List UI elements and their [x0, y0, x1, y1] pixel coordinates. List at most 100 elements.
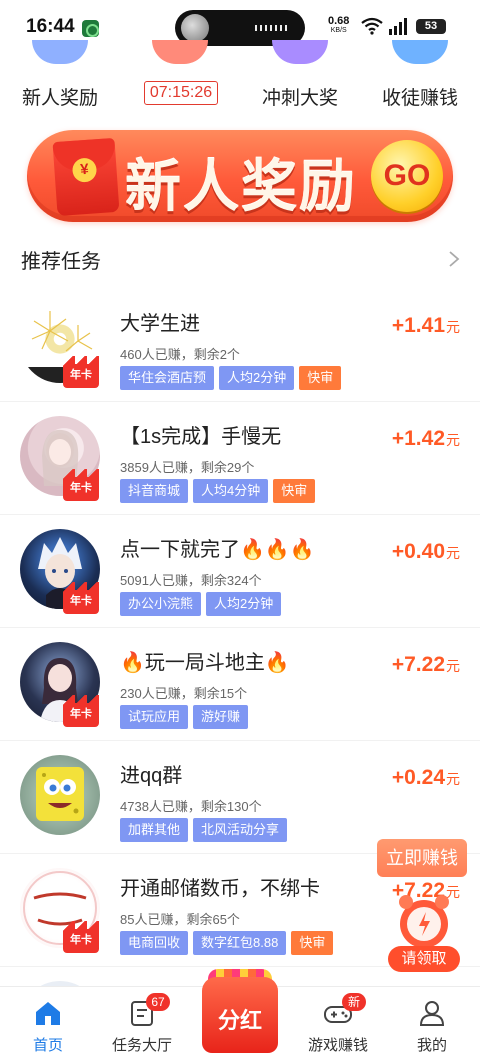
category-sprint-prize[interactable]: 冲刺大奖 [240, 40, 360, 112]
wifi-icon [361, 17, 383, 35]
reward-amount: +0.24 [391, 766, 445, 789]
task-row[interactable]: 年卡 【1s完成】手慢无 3859人已赚，剩余29个 抖音商城 人均4分钟 快审 +… [0, 402, 480, 515]
category-icon [392, 40, 448, 64]
cartoon-sponge-icon [36, 767, 84, 821]
task-hall-badge: 67 [146, 993, 170, 1011]
task-tags: 加群其他 北风活动分享 [120, 818, 292, 842]
category-label: 冲刺大奖 [261, 88, 338, 109]
media-thumbnail-icon [181, 14, 209, 42]
status-time: 16:44 [26, 16, 75, 37]
task-tag: 数字红包8.88 [193, 931, 287, 955]
nav-task-hall[interactable]: 67 任务大厅 [94, 987, 190, 1056]
task-tags: 电商回收 数字红包8.88 快审 [120, 931, 338, 955]
earn-now-button[interactable]: 立即赚钱 [377, 839, 467, 877]
task-tag: 人均4分钟 [193, 479, 269, 503]
crown-label: 年卡 [63, 364, 99, 388]
task-tag: 人均2分钟 [206, 592, 282, 616]
task-tag: 华住会酒店预 [120, 366, 215, 390]
reward-amount: +1.41 [391, 314, 445, 337]
annual-card-crown-icon: 年卡 [63, 695, 99, 727]
banner-go-button[interactable]: GO [371, 140, 443, 212]
reward-amount: +7.22 [391, 653, 445, 676]
crown-label: 年卡 [63, 590, 99, 614]
task-meta: 230人已赚，剩余15个 [120, 686, 248, 701]
task-tag: 游好赚 [193, 705, 249, 729]
newbie-reward-banner[interactable]: ¥ 新人奖励 GO [27, 130, 453, 222]
reward-unit: 元 [446, 545, 460, 561]
task-row[interactable]: 年卡 🔥玩一局斗地主🔥 230人已赚，剩余15个 试玩应用 游好赚 +7.22元 [0, 628, 480, 741]
task-tag: 抖音商城 [120, 479, 189, 503]
task-reward: +1.42元 [392, 427, 460, 451]
task-tag-fast-review: 快审 [273, 479, 316, 503]
user-icon [419, 1001, 445, 1026]
task-title: 🔥玩一局斗地主🔥 [120, 652, 290, 674]
crown-label: 年卡 [63, 703, 99, 727]
task-tag-fast-review: 快审 [299, 366, 342, 390]
task-reward: +0.40元 [392, 540, 460, 564]
task-meta: 460人已赚，剩余2个 [120, 347, 240, 362]
annual-card-crown-icon: 年卡 [63, 921, 99, 953]
task-title: 点一下就完了🔥🔥🔥 [120, 539, 315, 561]
task-tag: 人均2分钟 [219, 366, 295, 390]
task-tag-fast-review: 快审 [291, 931, 334, 955]
chevron-right-icon[interactable] [448, 250, 460, 268]
nav-home[interactable]: 首页 [0, 987, 96, 1056]
task-title: 【1s完成】手慢无 [120, 426, 282, 448]
reward-amount: +1.42 [391, 427, 445, 450]
network-speed: 0.68 KB/S [328, 16, 349, 36]
annual-card-crown-icon: 年卡 [63, 582, 99, 614]
yuan-coin-icon: ¥ [71, 157, 98, 183]
category-label: 新人奖励 [21, 88, 98, 109]
task-avatar [20, 755, 100, 835]
task-title: 开通邮储数币，不绑卡 [120, 878, 320, 900]
category-newbie-reward[interactable]: 新人奖励 [0, 40, 120, 112]
task-tag: 加群其他 [120, 818, 189, 842]
home-icon [36, 1002, 60, 1025]
nav-mine[interactable]: 我的 [384, 987, 480, 1056]
annual-card-crown-icon: 年卡 [63, 356, 99, 388]
task-title: 大学生进 [120, 313, 200, 335]
game-new-badge: 新 [342, 993, 366, 1011]
task-meta: 5091人已赚，剩余324个 [120, 573, 262, 588]
crown-label: 年卡 [63, 477, 99, 501]
reward-amount: +0.40 [391, 540, 445, 563]
alarm-clock-icon[interactable] [393, 890, 455, 952]
task-tags: 办公小浣熊 人均2分钟 [120, 592, 286, 616]
task-row[interactable]: 进qq群 4738人已赚，剩余130个 加群其他 北风活动分享 +0.24元 [0, 741, 480, 854]
annual-card-crown-icon: 年卡 [63, 469, 99, 501]
task-meta: 85人已赚，剩余65个 [120, 912, 240, 927]
category-icon [32, 40, 88, 64]
task-row[interactable]: 年卡 大学生进 460人已赚，剩余2个 华住会酒店预 人均2分钟 快审 +1.41元 [0, 289, 480, 402]
recommended-tasks-title: 推荐任务 [21, 251, 101, 273]
category-row: 新人奖励 07:15:26 冲刺大奖 收徒赚钱 [0, 40, 480, 112]
reward-unit: 元 [446, 771, 460, 787]
countdown-timer: 07:15:26 [144, 81, 218, 105]
task-tag: 电商回收 [120, 931, 189, 955]
nav-label: 任务大厅 [111, 1037, 172, 1054]
task-tag: 北风活动分享 [193, 818, 288, 842]
category-label: 收徒赚钱 [381, 88, 458, 109]
task-reward: +0.24元 [392, 766, 460, 790]
battery-indicator: 53 [416, 19, 446, 34]
task-meta: 4738人已赚，剩余130个 [120, 799, 262, 814]
category-icon [272, 40, 328, 64]
task-reward: +1.41元 [392, 314, 460, 338]
nav-label: 我的 [416, 1037, 447, 1054]
nav-label: 首页 [32, 1037, 63, 1054]
category-recruit-earn[interactable]: 收徒赚钱 [360, 40, 480, 112]
reward-unit: 元 [446, 658, 460, 674]
crown-label: 年卡 [63, 929, 99, 953]
category-countdown[interactable]: 07:15:26 [120, 40, 240, 112]
audio-wave-icon [255, 25, 289, 31]
task-row[interactable]: 年卡 点一下就完了🔥🔥🔥 5091人已赚，剩余324个 办公小浣熊 人均2分钟 +… [0, 515, 480, 628]
task-tags: 华住会酒店预 人均2分钟 快审 [120, 366, 346, 390]
cellular-signal-icon [389, 18, 407, 35]
nav-dividend-button[interactable]: 分红 [198, 969, 282, 1056]
bottom-nav: 首页 67 任务大厅 分红 新 游戏赚钱 我的 [0, 969, 480, 1056]
task-title: 进qq群 [120, 765, 183, 787]
task-tag: 办公小浣熊 [120, 592, 202, 616]
nav-game-earn[interactable]: 新 游戏赚钱 [290, 987, 386, 1056]
claim-button[interactable]: 请领取 [388, 946, 460, 972]
reward-unit: 元 [446, 432, 460, 448]
task-tag: 试玩应用 [120, 705, 189, 729]
